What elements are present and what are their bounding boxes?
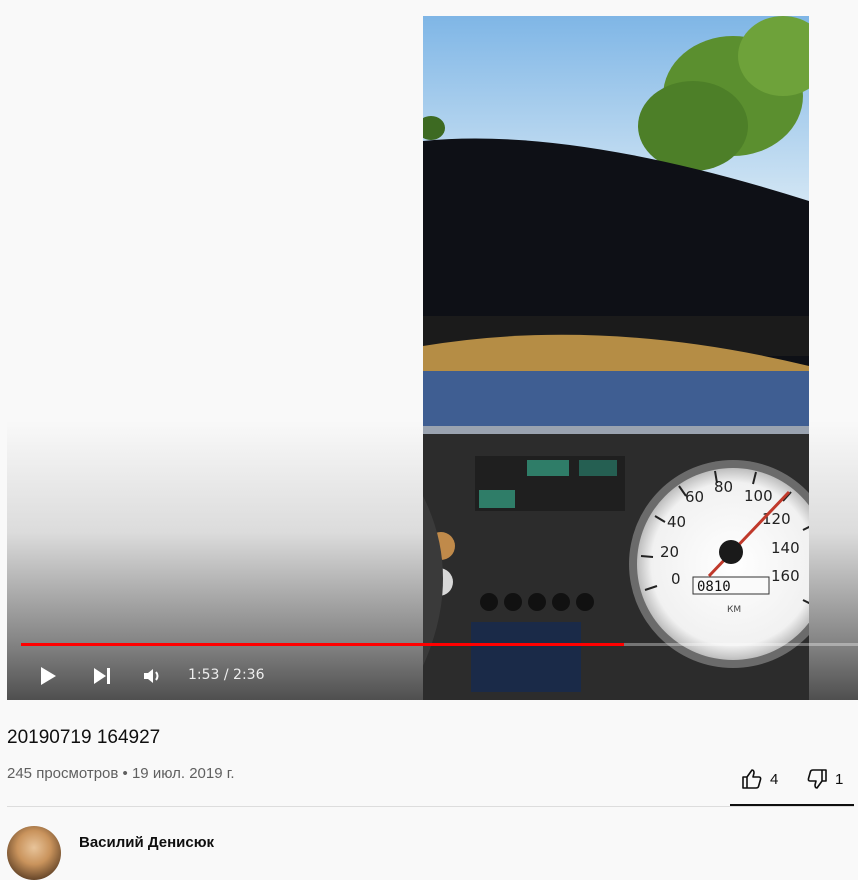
gauge-label-20: 20 (660, 543, 679, 561)
thumbs-up-icon (742, 769, 762, 789)
odometer-unit: КМ (727, 605, 741, 615)
upload-date: 19 июл. 2019 г. (131, 765, 235, 782)
dislike-count: 1 (835, 770, 844, 788)
thumbs-down-icon (807, 769, 827, 789)
like-count: 4 (770, 770, 779, 788)
gauge-label-60: 60 (685, 488, 704, 506)
video-title: 20190719 164927 (7, 727, 161, 748)
gauge-label-100: 100 (744, 487, 773, 505)
player-controls: 1:53 / 2:36 (7, 652, 858, 700)
time-display: 1:53 / 2:36 (188, 667, 265, 683)
channel-avatar[interactable] (7, 826, 61, 880)
volume-icon (144, 669, 159, 683)
video-frame[interactable]: 0 20 40 60 80 100 120 140 160 0810 КМ (423, 16, 809, 700)
progress-played (21, 643, 624, 646)
progress-bar[interactable] (21, 643, 858, 646)
volume-button[interactable] (138, 662, 166, 690)
gauge-label-120: 120 (762, 510, 791, 528)
video-player[interactable]: 0 20 40 60 80 100 120 140 160 0810 КМ 1:… (7, 16, 858, 700)
view-count: 245 просмотров (7, 765, 119, 782)
video-content: 0 20 40 60 80 100 120 140 160 0810 КМ (423, 16, 809, 700)
play-icon (41, 667, 56, 685)
odometer: 0810 (697, 579, 731, 595)
dislike-button[interactable]: 1 (805, 766, 843, 792)
gauge-label-40: 40 (667, 513, 686, 531)
meta-separator: • (122, 765, 128, 782)
divider (7, 806, 854, 807)
gauge-label-160: 160 (771, 567, 800, 585)
like-button[interactable]: 4 (740, 766, 778, 792)
next-button[interactable] (88, 662, 116, 690)
video-meta: 245 просмотров • 19 июл. 2019 г. (7, 765, 235, 782)
play-button[interactable] (34, 662, 62, 690)
channel-name[interactable]: Василий Денисюк (79, 834, 214, 851)
gauge-label-0: 0 (671, 570, 681, 588)
gauge-label-140: 140 (771, 539, 800, 557)
next-icon (94, 668, 110, 684)
gauge-label-80: 80 (714, 478, 733, 496)
like-dislike-bar: 4 1 (730, 760, 854, 806)
